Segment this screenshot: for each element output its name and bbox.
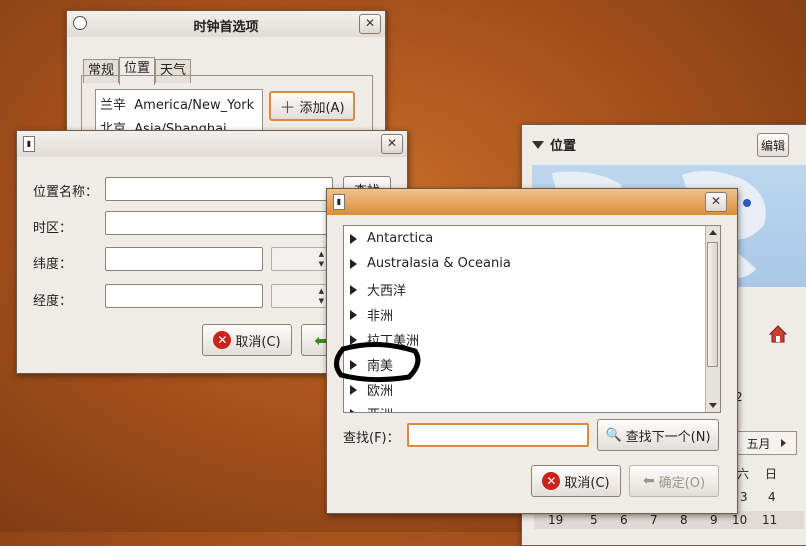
- expander-right-icon[interactable]: [350, 284, 357, 295]
- close-icon: ✕: [386, 136, 398, 150]
- expander-right-icon[interactable]: [350, 233, 357, 244]
- scroll-up-arrow-icon[interactable]: [709, 230, 717, 235]
- scroll-down-arrow-icon[interactable]: [709, 403, 717, 408]
- calendar-day[interactable]: 10: [732, 513, 747, 527]
- latitude-direction-spinner[interactable]: ▲ ▼: [271, 247, 327, 271]
- list-item[interactable]: 兰辛 America/New_York: [100, 94, 254, 113]
- tree-item[interactable]: Australasia & Oceania: [350, 256, 511, 271]
- expander-right-icon[interactable]: [350, 384, 357, 395]
- cancel-button[interactable]: ✕ 取消(C): [202, 324, 292, 356]
- spin-arrows-icon: ▲ ▼: [318, 287, 324, 305]
- latitude-label: 纬度：: [33, 257, 73, 272]
- scrollbar-thumb[interactable]: [707, 242, 718, 367]
- window-icon: ▮: [23, 136, 35, 152]
- find-next-button[interactable]: 🔍 查找下一个(N): [597, 419, 719, 451]
- calendar-day[interactable]: 3: [740, 490, 748, 504]
- home-icon[interactable]: [768, 325, 788, 343]
- titlebar[interactable]: 时钟首选项 ✕: [67, 11, 385, 37]
- calendar-day[interactable]: 5: [590, 513, 598, 527]
- calendar-day[interactable]: 8: [680, 513, 688, 527]
- timezone-label: 时区：: [33, 221, 73, 236]
- tree-item[interactable]: 大西洋: [350, 280, 406, 299]
- month-selector[interactable]: 五月: [735, 431, 797, 455]
- edit-locations-button[interactable]: 编辑: [757, 133, 789, 157]
- expander-right-icon[interactable]: [350, 309, 357, 320]
- location-name-input[interactable]: [105, 177, 333, 201]
- close-icon: ✕: [710, 194, 722, 208]
- cancel-button[interactable]: ✕ 取消(C): [531, 465, 621, 497]
- vertical-scrollbar[interactable]: [705, 226, 720, 412]
- search-icon: 🔍: [605, 427, 622, 443]
- calendar-day[interactable]: 11: [762, 513, 777, 527]
- close-icon: ✕: [364, 16, 376, 30]
- close-button[interactable]: ✕: [359, 14, 381, 34]
- weekday-header: 日: [765, 467, 778, 481]
- latitude-input[interactable]: [105, 247, 263, 271]
- calendar-day[interactable]: 9: [710, 513, 718, 527]
- longitude-label: 经度：: [33, 294, 73, 309]
- add-location-button[interactable]: ＋ 添加(A): [269, 91, 355, 121]
- highlight-annotation: [334, 341, 421, 383]
- next-month-arrow-icon[interactable]: [780, 439, 786, 447]
- cancel-icon: ✕: [542, 472, 561, 490]
- ok-button[interactable]: ⬅ 确定(O): [629, 465, 719, 497]
- expander-right-icon[interactable]: [350, 258, 357, 269]
- location-header-label: 位置: [550, 139, 577, 154]
- close-button[interactable]: ✕: [705, 192, 727, 212]
- search-label: 查找(F)：: [343, 431, 400, 446]
- longitude-input[interactable]: [105, 284, 263, 308]
- titlebar[interactable]: ▮ ✕: [327, 189, 737, 215]
- cancel-icon: ✕: [213, 331, 232, 349]
- longitude-direction-spinner[interactable]: ▲ ▼: [271, 284, 327, 308]
- tree-item[interactable]: Antarctica: [350, 231, 433, 246]
- tree-item[interactable]: 亚洲: [350, 404, 393, 412]
- titlebar[interactable]: ▮ ✕: [17, 131, 407, 157]
- window-icon: ▮: [333, 194, 345, 210]
- location-section-header[interactable]: 位置: [532, 135, 576, 154]
- calendar-day[interactable]: 4: [768, 490, 776, 504]
- spin-arrows-icon: ▲ ▼: [318, 250, 324, 268]
- expander-down-icon: [532, 140, 544, 149]
- add-icon: ＋: [279, 98, 296, 117]
- calendar-day[interactable]: 7: [650, 513, 658, 527]
- calendar-day[interactable]: 6: [620, 513, 628, 527]
- location-name-label: 位置名称：: [33, 185, 99, 200]
- tree-item[interactable]: 非洲: [350, 305, 393, 324]
- expander-right-icon[interactable]: [350, 408, 357, 412]
- week-number: 19: [548, 513, 564, 527]
- close-button[interactable]: ✕: [381, 134, 403, 154]
- region-tree[interactable]: Antarctica Australasia & Oceania 大西洋 非洲 …: [343, 225, 721, 413]
- month-label: 五月: [746, 436, 771, 451]
- ok-arrow-icon: ⬅: [642, 473, 655, 489]
- window-title: 时钟首选项: [193, 20, 259, 35]
- timezone-dialog: ▮ ✕ Antarctica Australasia & Oceania 大西洋…: [326, 188, 738, 514]
- weekday-header: 六: [737, 467, 750, 481]
- search-input[interactable]: [407, 423, 589, 447]
